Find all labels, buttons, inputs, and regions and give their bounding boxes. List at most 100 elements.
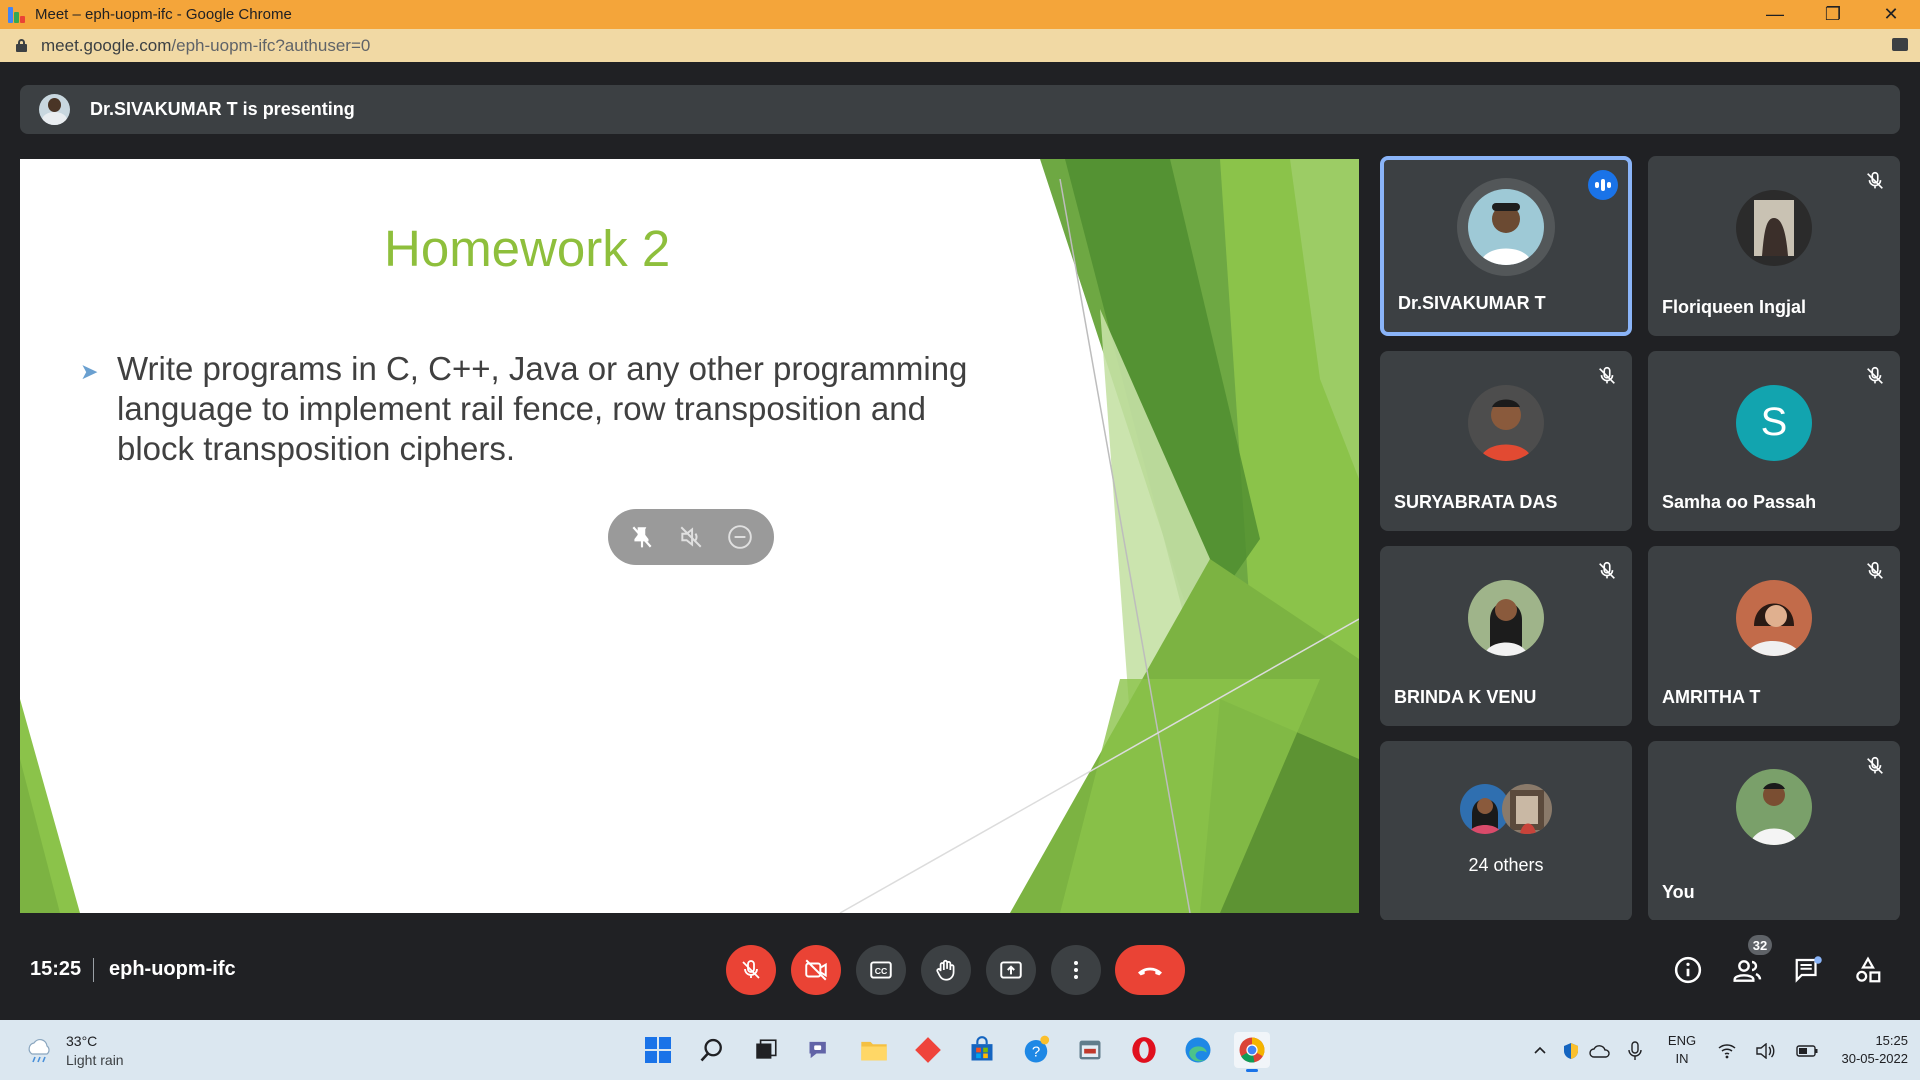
present-now-button[interactable] [986, 945, 1036, 995]
microphone-tray-icon[interactable] [1624, 1040, 1646, 1062]
more-options-button[interactable] [1051, 945, 1101, 995]
get-help-button[interactable]: ? [1018, 1032, 1054, 1068]
network-sound-battery[interactable] [1718, 1040, 1818, 1062]
app-button[interactable] [1072, 1032, 1108, 1068]
participant-name: You [1662, 882, 1695, 902]
minimize-button[interactable]: — [1746, 0, 1804, 29]
microphone-toggle-button[interactable] [726, 945, 776, 995]
chat-icon [1795, 956, 1822, 983]
presenting-banner: Dr.SIVAKUMAR T is presenting [20, 85, 1900, 134]
unpin-icon [632, 526, 652, 548]
divider [93, 958, 94, 982]
mic-off-icon [1599, 366, 1615, 384]
task-view-icon [756, 1039, 777, 1059]
volume-off-icon [680, 526, 702, 548]
opera-button[interactable] [1126, 1032, 1162, 1068]
participant-avatar [1736, 768, 1812, 845]
mute-presentation-audio-button[interactable] [676, 522, 706, 552]
url-path: /eph-uopm-ifc?authuser=0 [171, 35, 371, 55]
svg-text:?: ? [1032, 1043, 1040, 1060]
file-explorer-button[interactable] [856, 1032, 892, 1068]
captions-icon: CC [870, 961, 892, 979]
camera-toggle-button[interactable] [791, 945, 841, 995]
chat-button[interactable] [1788, 950, 1828, 990]
url-text[interactable]: meet.google.com/eph-uopm-ifc?authuser=0 [41, 36, 370, 56]
folder-icon [861, 1041, 887, 1061]
input-language[interactable]: ENG IN [1664, 1032, 1700, 1068]
participant-tile[interactable]: BRINDA K VENU [1380, 546, 1632, 726]
participant-name: Dr.SIVAKUMAR T [1398, 293, 1546, 313]
mic-off-icon [1867, 171, 1883, 189]
participant-name: SURYABRATA DAS [1394, 492, 1558, 512]
self-tile[interactable]: You [1648, 741, 1900, 921]
edge-icon [1185, 1037, 1211, 1063]
weather-temperature: 33°C [66, 1033, 98, 1049]
mic-off-icon [1867, 366, 1883, 384]
speaking-indicator-icon [1588, 170, 1618, 200]
taskbar-clock[interactable]: 15:25 30-05-2022 [1810, 1032, 1909, 1068]
participant-avatar [1468, 579, 1544, 656]
taskbar-date: 30-05-2022 [1841, 1051, 1909, 1066]
weather-widget[interactable]: 33°C Light rain [24, 1032, 124, 1070]
anydesk-button[interactable] [910, 1032, 946, 1068]
others-count: 24 others [1468, 855, 1544, 875]
teams-chat-button[interactable] [802, 1032, 838, 1068]
meet-app-icon [8, 6, 28, 23]
participant-tile[interactable]: SURYABRATA DAS [1380, 351, 1632, 531]
chevron-up-icon [1534, 1046, 1546, 1054]
info-icon [1674, 956, 1702, 984]
captions-button[interactable]: CC [856, 945, 906, 995]
teams-chat-icon [809, 1041, 826, 1059]
participant-avatar [1736, 579, 1812, 656]
security-tray-icon[interactable] [1560, 1040, 1582, 1062]
leave-call-button[interactable] [1115, 945, 1185, 995]
close-button[interactable]: ✕ [1862, 0, 1920, 29]
participant-initial-avatar: S [1736, 384, 1812, 461]
cast-icon[interactable] [1892, 38, 1908, 51]
windows-logo-icon [645, 1037, 671, 1063]
minus-circle-icon [727, 525, 752, 549]
cloud-icon [1589, 1045, 1610, 1058]
microphone-icon [1628, 1041, 1642, 1060]
language-code: ENG [1667, 1033, 1697, 1048]
people-button[interactable] [1728, 950, 1768, 990]
others-avatar [1502, 784, 1552, 834]
participant-name: Floriqueen Ingjal [1662, 297, 1807, 317]
microsoft-store-button[interactable] [964, 1032, 1000, 1068]
participant-avatar [1468, 384, 1544, 461]
mic-off-icon [742, 960, 760, 979]
activities-button[interactable] [1848, 950, 1888, 990]
task-view-button[interactable] [748, 1032, 784, 1068]
start-button[interactable] [640, 1032, 676, 1068]
onedrive-tray-icon[interactable] [1588, 1040, 1612, 1062]
participant-tile[interactable]: S Samha oo Passah [1648, 351, 1900, 531]
meeting-details-button[interactable] [1668, 950, 1708, 990]
taskbar-search-button[interactable] [694, 1032, 730, 1068]
app-window-icon [1079, 1040, 1101, 1060]
chrome-icon [1239, 1037, 1265, 1063]
mic-off-icon [1599, 561, 1615, 579]
remove-tile-button[interactable] [725, 522, 755, 552]
mic-off-icon [1867, 756, 1883, 774]
chrome-button[interactable] [1234, 1032, 1270, 1072]
participant-tile[interactable]: Dr.SIVAKUMAR T [1380, 156, 1632, 336]
more-vert-icon [1074, 961, 1078, 979]
lock-icon[interactable] [16, 39, 27, 52]
maximize-button[interactable]: ❐ [1804, 0, 1862, 29]
slide-title: Homework 2 [384, 220, 671, 277]
help-icon: ? [1024, 1035, 1050, 1063]
others-tile[interactable]: 24 others [1380, 741, 1632, 921]
raise-hand-button[interactable] [921, 945, 971, 995]
participant-tile[interactable]: Floriqueen Ingjal [1648, 156, 1900, 336]
unpin-button[interactable] [627, 522, 657, 552]
weather-condition: Light rain [66, 1052, 124, 1068]
participant-tile[interactable]: AMRITHA T [1648, 546, 1900, 726]
show-hidden-icons-button[interactable] [1530, 1040, 1550, 1060]
edge-button[interactable] [1180, 1032, 1216, 1068]
anydesk-icon [915, 1037, 941, 1063]
svg-text:CC: CC [875, 966, 888, 976]
address-bar[interactable]: meet.google.com/eph-uopm-ifc?authuser=0 [0, 29, 1920, 62]
shield-icon [1564, 1043, 1578, 1059]
rain-cloud-icon [28, 1038, 50, 1063]
people-count-badge: 32 [1748, 935, 1772, 955]
